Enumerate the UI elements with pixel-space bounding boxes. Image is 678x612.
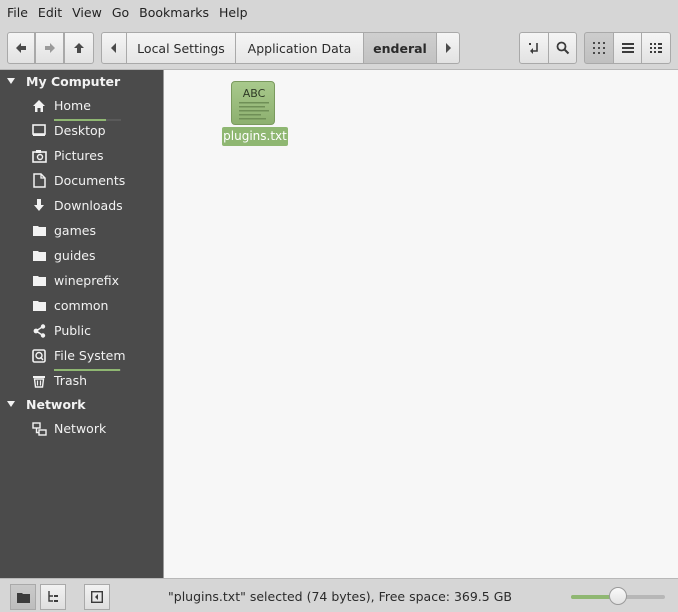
document-icon [30, 172, 48, 190]
sidebar-item-label: games [54, 223, 96, 238]
list-view-icon [621, 43, 634, 53]
triangle-right-icon [446, 43, 451, 53]
sidebar-section-network[interactable]: Network [0, 393, 163, 415]
triangle-left-icon [111, 43, 116, 53]
file-name: plugins.txt [222, 127, 288, 146]
sidebar-item-games[interactable]: games [0, 218, 163, 243]
icon-view-button[interactable] [584, 32, 614, 64]
sidebar-item-label: Public [54, 323, 91, 338]
arrow-up-icon [74, 43, 84, 53]
sidebar-item-guides[interactable]: guides [0, 243, 163, 268]
folder-icon [30, 297, 48, 315]
sidebar-section-title: Network [26, 396, 86, 412]
show-places-button[interactable] [10, 584, 36, 610]
toggle-sidebar-button[interactable] [84, 584, 110, 610]
list-view-button[interactable] [613, 32, 642, 64]
status-text: "plugins.txt" selected (74 bytes), Free … [168, 589, 512, 604]
compact-view-button[interactable] [641, 32, 671, 64]
sidebar-item-pictures[interactable]: Pictures [0, 143, 163, 168]
grid-view-icon [593, 42, 605, 54]
folder-icon [30, 247, 48, 265]
menu-go[interactable]: Go [107, 0, 134, 26]
sidebar-item-home[interactable]: Home [0, 93, 163, 121]
compact-view-icon [650, 43, 662, 53]
location-entry-icon [529, 43, 538, 54]
sidebar-item-desktop[interactable]: Desktop [0, 118, 163, 143]
toolbar: Local Settings Application Data enderal [0, 26, 678, 70]
sidebar-item-label: Desktop [54, 123, 106, 138]
forward-button[interactable] [35, 32, 64, 64]
sidebar-item-label: Trash [54, 373, 88, 388]
folder-icon [16, 592, 30, 603]
trash-icon [30, 372, 48, 390]
breadcrumb-local-settings[interactable]: Local Settings [126, 32, 236, 64]
breadcrumb-application-data[interactable]: Application Data [235, 32, 364, 64]
network-icon [30, 420, 48, 438]
sidebar-item-label: Pictures [54, 148, 104, 163]
triangle-down-icon [7, 78, 15, 84]
sidebar-item-wineprefix[interactable]: wineprefix [0, 268, 163, 293]
up-button[interactable] [64, 32, 94, 64]
zoom-slider-handle[interactable] [609, 587, 627, 605]
sidebar-section-title: My Computer [26, 73, 121, 89]
back-button[interactable] [7, 32, 35, 64]
sidebar-item-label: Home [54, 98, 91, 113]
file-view[interactable]: ABC plugins.txt [163, 70, 678, 578]
camera-icon [30, 147, 48, 165]
folder-icon [30, 222, 48, 240]
toggle-location-entry-button[interactable] [519, 32, 549, 64]
statusbar: "plugins.txt" selected (74 bytes), Free … [0, 578, 678, 612]
sidebar-item-file-system[interactable]: File System [0, 343, 163, 371]
folder-icon [30, 272, 48, 290]
sidebar-item-network[interactable]: Network [0, 416, 163, 441]
breadcrumb-scroll-right-button[interactable] [436, 32, 460, 64]
sidebar-toggle-icon [91, 591, 103, 603]
text-file-icon: ABC [231, 81, 275, 125]
sidebar: My Computer Home Desktop Pictures Docume… [0, 70, 163, 578]
search-icon [556, 41, 569, 55]
breadcrumb-scroll-left-button[interactable] [101, 32, 127, 64]
sidebar-item-label: File System [54, 348, 126, 363]
sidebar-item-label: common [54, 298, 109, 313]
menu-view[interactable]: View [67, 0, 107, 26]
sidebar-item-public[interactable]: Public [0, 318, 163, 343]
sidebar-item-label: Network [54, 421, 107, 436]
arrow-left-icon [16, 43, 26, 53]
download-icon [30, 197, 48, 215]
menu-bookmarks[interactable]: Bookmarks [134, 0, 214, 26]
tree-view-icon [48, 591, 58, 602]
sidebar-item-label: Documents [54, 173, 126, 188]
home-icon [30, 97, 48, 115]
sidebar-section-my-computer[interactable]: My Computer [0, 70, 163, 92]
sidebar-item-common[interactable]: common [0, 293, 163, 318]
menu-help[interactable]: Help [214, 0, 253, 26]
sidebar-item-label: guides [54, 248, 96, 263]
sidebar-item-label: Downloads [54, 198, 123, 213]
triangle-down-icon [7, 401, 15, 407]
search-button[interactable] [548, 32, 577, 64]
breadcrumb-enderal[interactable]: enderal [363, 32, 437, 64]
drive-icon [30, 347, 48, 365]
sidebar-item-trash[interactable]: Trash [0, 368, 163, 393]
menu-file[interactable]: File [2, 0, 33, 26]
zoom-slider[interactable] [571, 587, 665, 605]
arrow-right-icon [44, 43, 55, 53]
show-treeview-button[interactable] [40, 584, 66, 610]
text-lines-icon [239, 102, 269, 120]
sidebar-item-downloads[interactable]: Downloads [0, 193, 163, 218]
menubar: File Edit View Go Bookmarks Help [0, 0, 678, 26]
desktop-icon [30, 122, 48, 140]
share-icon [30, 322, 48, 340]
menu-edit[interactable]: Edit [33, 0, 67, 26]
file-icon-label: ABC [242, 87, 266, 100]
sidebar-item-documents[interactable]: Documents [0, 168, 163, 193]
sidebar-item-label: wineprefix [54, 273, 120, 288]
